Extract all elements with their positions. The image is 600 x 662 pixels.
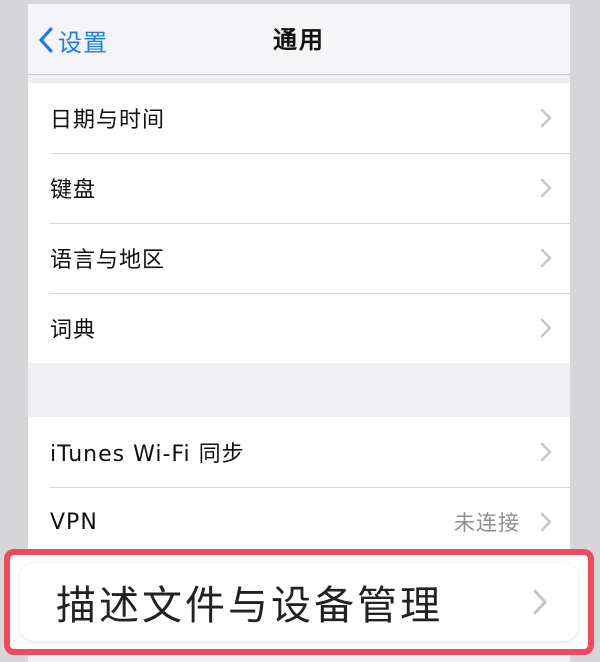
list-item-label: 语言与地区 <box>50 248 166 273</box>
chevron-right-icon <box>540 318 552 338</box>
list-item-dictionary[interactable]: 词典 <box>28 293 570 363</box>
list-item-keyboard[interactable]: 键盘 <box>28 153 570 223</box>
navigation-bar: 设置 通用 <box>28 4 570 75</box>
list-item-label: 键盘 <box>50 178 97 203</box>
vpn-status-value: 未连接 <box>454 511 520 535</box>
list-item-date-time[interactable]: 日期与时间 <box>28 83 570 153</box>
list-item-label: 描述文件与设备管理 <box>56 583 443 629</box>
chevron-right-icon <box>540 178 552 198</box>
list-item-profiles-device-management[interactable]: 描述文件与设备管理 <box>20 563 578 641</box>
highlight-frame: 描述文件与设备管理 <box>4 549 594 655</box>
section-spacer <box>28 366 570 417</box>
settings-group-1: 日期与时间 键盘 语言与地区 词典 <box>28 83 570 363</box>
chevron-right-icon <box>540 108 552 128</box>
page-title: 通用 <box>273 26 325 54</box>
settings-group-2: iTunes Wi-Fi 同步 VPN 未连接 <box>28 417 570 557</box>
list-item-itunes-wifi-sync[interactable]: iTunes Wi-Fi 同步 <box>28 417 570 487</box>
chevron-right-icon <box>540 248 552 268</box>
list-item-label: iTunes Wi-Fi 同步 <box>50 442 245 467</box>
chevron-right-icon <box>540 442 552 462</box>
list-item-label: 词典 <box>50 318 97 343</box>
chevron-right-icon <box>533 589 547 615</box>
list-item-label: VPN <box>50 509 98 535</box>
chevron-right-icon <box>540 512 552 532</box>
list-item-vpn[interactable]: VPN 未连接 <box>28 487 570 557</box>
list-item-label: 日期与时间 <box>50 108 166 133</box>
list-item-language-region[interactable]: 语言与地区 <box>28 223 570 293</box>
